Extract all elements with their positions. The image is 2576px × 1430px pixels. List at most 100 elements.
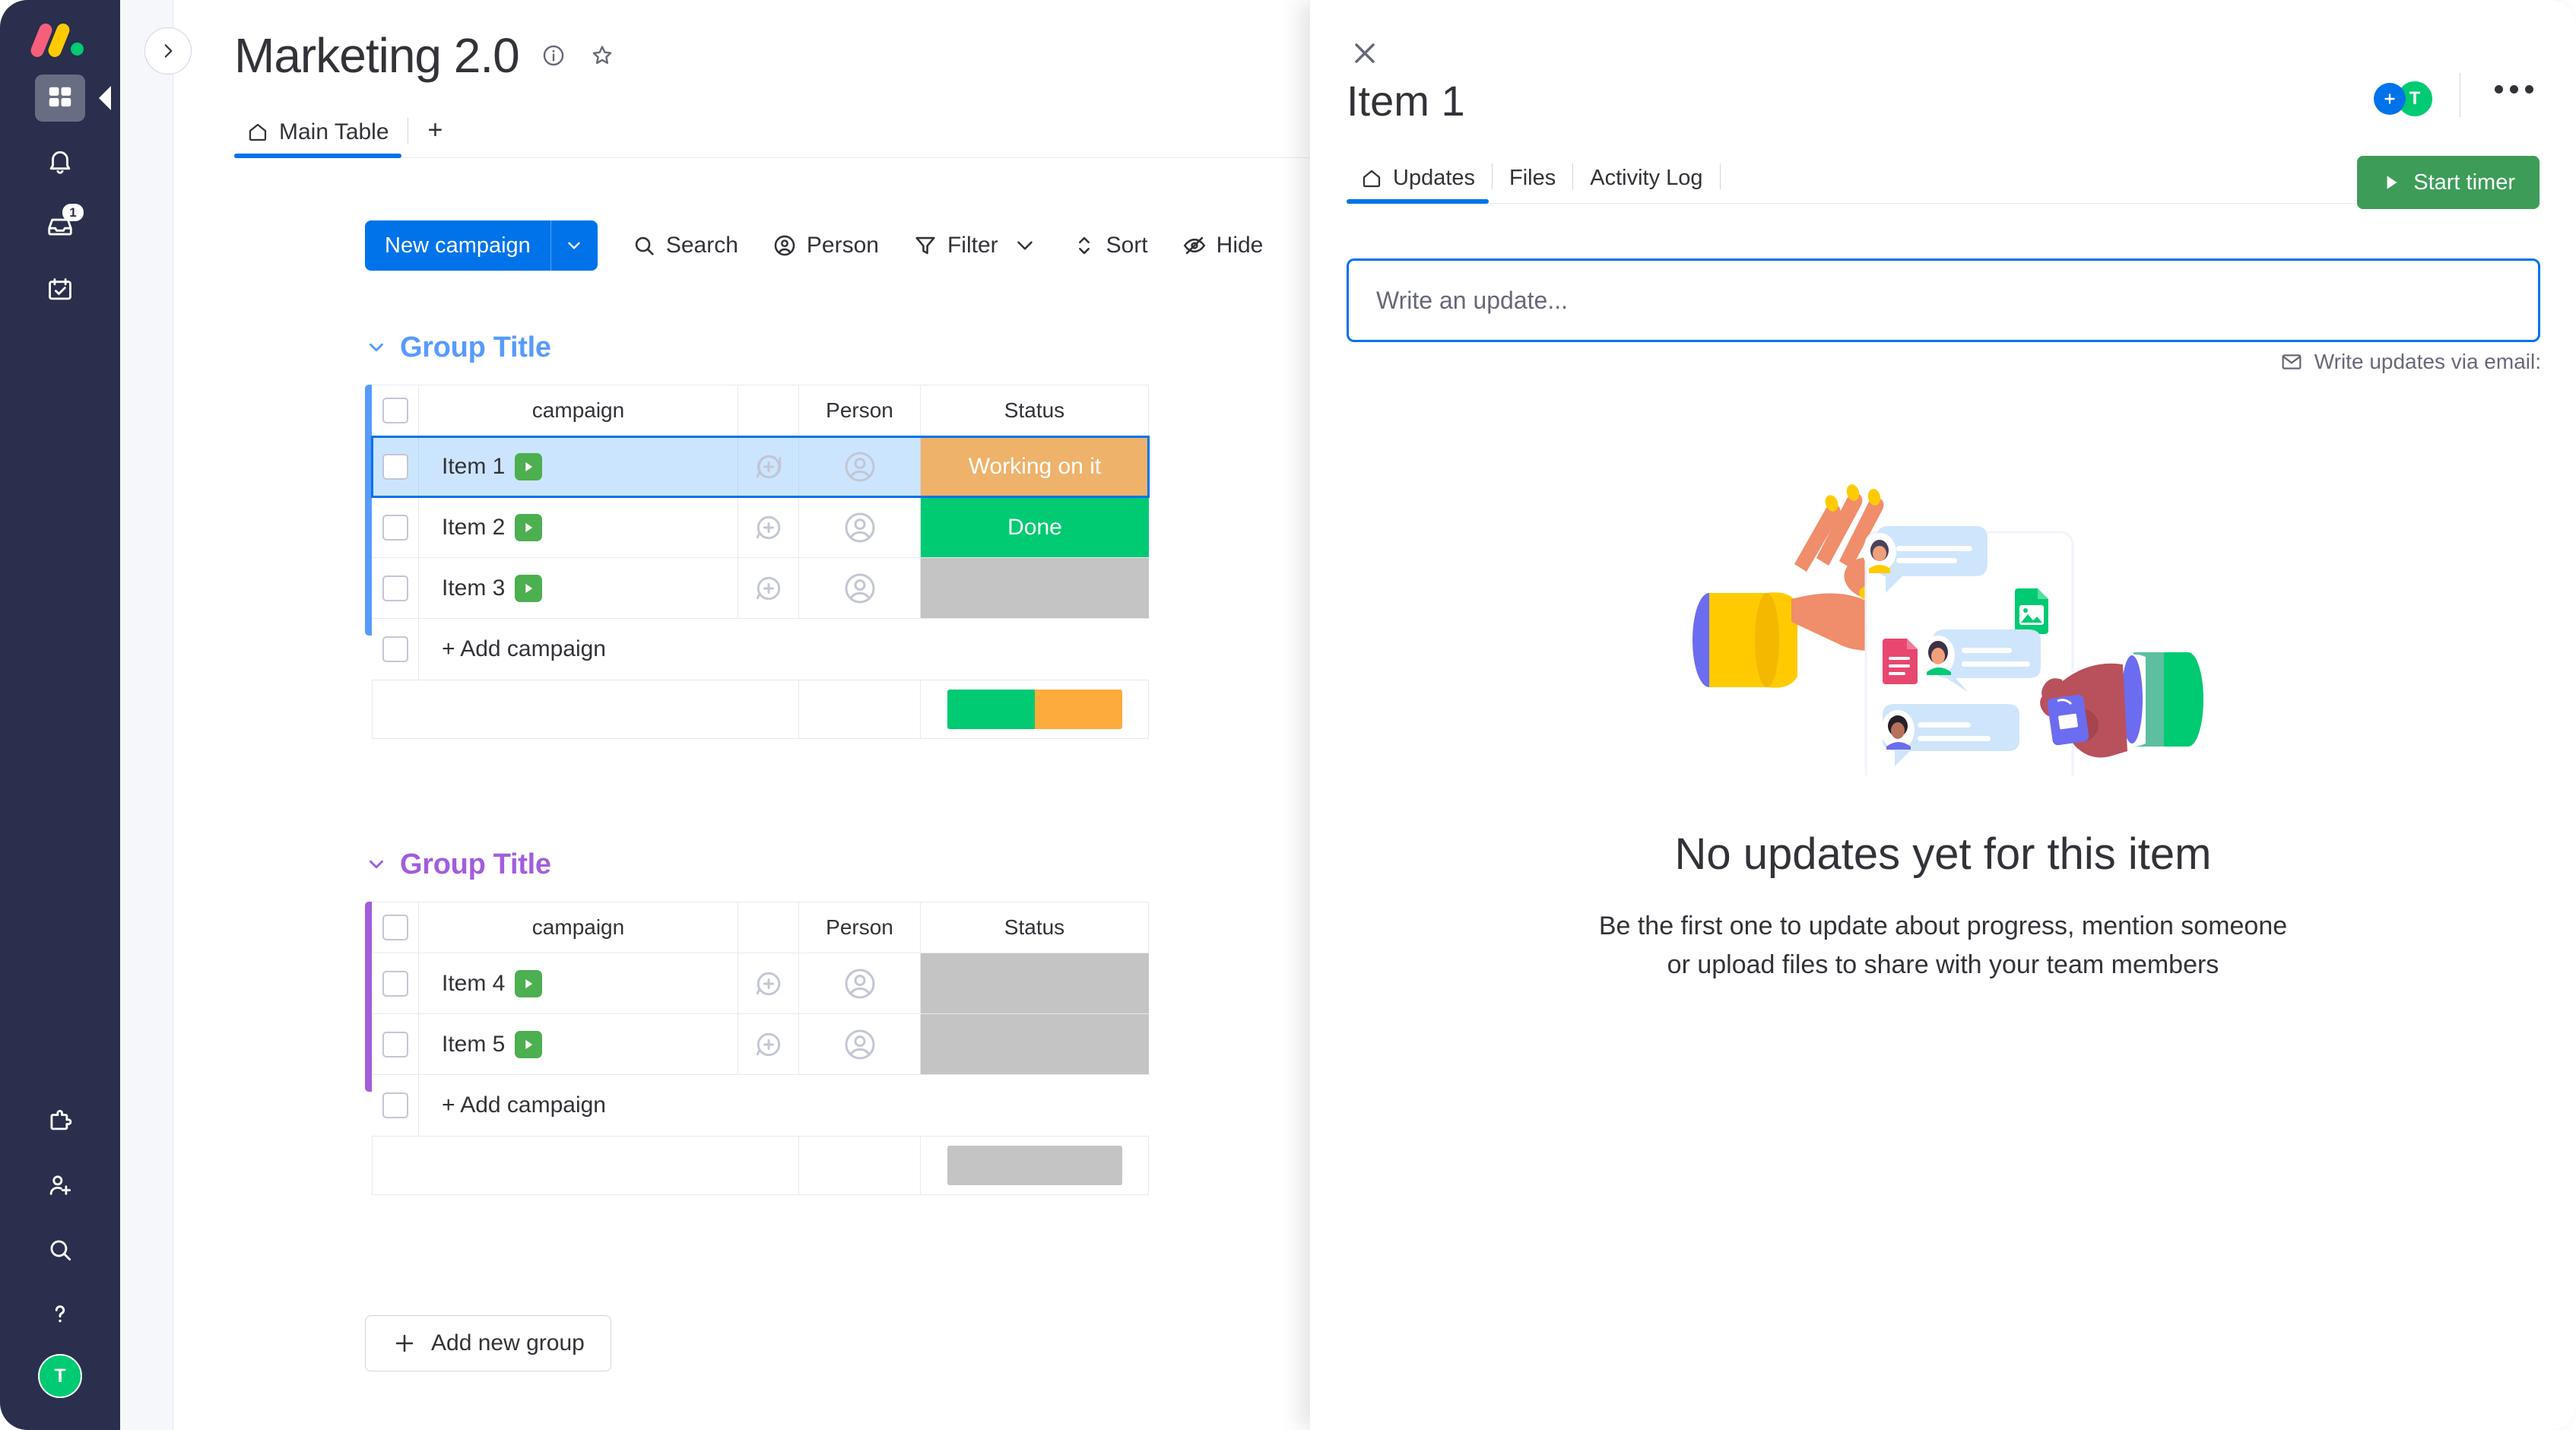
- info-icon: [543, 45, 563, 66]
- row-chat-cell[interactable]: [738, 436, 799, 497]
- group-title: Group Title: [400, 848, 551, 880]
- rail-item-my-work[interactable]: [35, 266, 85, 313]
- new-campaign-dropdown[interactable]: [550, 220, 598, 271]
- close-panel-button[interactable]: [1348, 36, 1382, 70]
- add-campaign-row[interactable]: + Add campaign: [372, 1075, 1149, 1136]
- toolbar-filter-button[interactable]: Filter: [912, 233, 1038, 258]
- row-status-cell[interactable]: [921, 953, 1149, 1014]
- add-campaign-row[interactable]: + Add campaign: [372, 619, 1149, 680]
- row-name-cell[interactable]: Item 5: [419, 1014, 738, 1075]
- row-status-cell[interactable]: Done: [921, 497, 1149, 558]
- row-person-cell[interactable]: [799, 953, 921, 1014]
- col-campaign[interactable]: campaign: [419, 902, 738, 953]
- row-checkbox[interactable]: [382, 1031, 408, 1057]
- row-play-button[interactable]: [515, 1030, 543, 1058]
- row-chat-cell[interactable]: [738, 558, 799, 619]
- add-view-button[interactable]: +: [414, 116, 457, 157]
- select-all-cell[interactable]: [372, 385, 419, 436]
- row-chat-cell[interactable]: [738, 1014, 799, 1075]
- row-play-button[interactable]: [515, 452, 543, 480]
- col-person[interactable]: Person: [799, 902, 921, 953]
- row-person-cell[interactable]: [799, 1014, 921, 1075]
- row-checkbox[interactable]: [382, 453, 408, 480]
- rail-item-apps[interactable]: [35, 1099, 85, 1146]
- row-status-cell[interactable]: [921, 558, 1149, 619]
- group-header[interactable]: Group Title: [365, 844, 1149, 885]
- select-all-checkbox[interactable]: [382, 915, 408, 940]
- write-updates-via-email-link[interactable]: Write updates via email:: [2279, 350, 2541, 374]
- table-row[interactable]: Item 5: [372, 1014, 1149, 1075]
- toolbar-sort-button[interactable]: Sort: [1071, 233, 1148, 258]
- row-name-cell[interactable]: Item 3: [419, 558, 738, 619]
- tab-updates[interactable]: Updates: [1347, 166, 1489, 204]
- tab-files[interactable]: Files: [1496, 166, 1569, 203]
- toolbar-search-button[interactable]: Search: [631, 233, 738, 258]
- row-checkbox-cell[interactable]: [372, 436, 419, 497]
- board-info-button[interactable]: [539, 41, 568, 70]
- col-status[interactable]: Status: [921, 902, 1149, 953]
- rail-item-home[interactable]: [35, 75, 85, 122]
- rail-item-inbox[interactable]: 1: [35, 202, 85, 249]
- col-status[interactable]: Status: [921, 385, 1149, 436]
- add-row-checkbox-cell[interactable]: [372, 1075, 419, 1136]
- row-name-cell[interactable]: Item 2: [419, 497, 738, 558]
- select-all-checkbox[interactable]: [382, 398, 408, 423]
- row-checkbox[interactable]: [382, 970, 408, 997]
- toolbar-person-button[interactable]: Person: [772, 233, 879, 258]
- row-checkbox[interactable]: [382, 514, 408, 541]
- row-person-cell[interactable]: [799, 497, 921, 558]
- summary-status-bar[interactable]: [921, 1136, 1149, 1195]
- col-campaign[interactable]: campaign: [419, 385, 738, 436]
- start-timer-button[interactable]: Start timer: [2357, 156, 2540, 209]
- monday-logo-icon[interactable]: [29, 21, 87, 59]
- add-new-group-button[interactable]: Add new group: [365, 1315, 611, 1371]
- row-name: Item 2: [442, 514, 506, 540]
- item-title[interactable]: Item 1: [1347, 76, 1465, 125]
- row-checkbox-cell[interactable]: [372, 497, 419, 558]
- item-more-menu-button[interactable]: [2495, 85, 2533, 94]
- table-row[interactable]: Item 2 Done: [372, 497, 1149, 558]
- close-icon: [1355, 43, 1375, 63]
- row-person-cell[interactable]: [799, 436, 921, 497]
- collapse-sidebar-button[interactable]: [144, 27, 192, 75]
- add-campaign-label[interactable]: + Add campaign: [419, 619, 1149, 680]
- summary-status-bar[interactable]: [921, 680, 1149, 739]
- row-status-cell[interactable]: Working on it: [921, 436, 1149, 497]
- col-person[interactable]: Person: [799, 385, 921, 436]
- add-row-checkbox[interactable]: [382, 1092, 408, 1118]
- add-campaign-label[interactable]: + Add campaign: [419, 1075, 1149, 1136]
- table-row[interactable]: Item 1 Working on it: [371, 436, 1150, 498]
- row-chat-cell[interactable]: [738, 953, 799, 1014]
- add-subscriber-button[interactable]: [2374, 83, 2406, 115]
- rail-item-search[interactable]: [35, 1226, 85, 1273]
- row-play-button[interactable]: [515, 574, 543, 602]
- row-person-cell[interactable]: [799, 558, 921, 619]
- add-row-checkbox[interactable]: [382, 636, 408, 662]
- row-name-cell[interactable]: Item 1: [419, 436, 738, 497]
- row-status-cell[interactable]: [921, 1014, 1149, 1075]
- group-header[interactable]: Group Title: [365, 327, 1149, 368]
- row-play-button[interactable]: [515, 513, 543, 541]
- row-play-button[interactable]: [515, 969, 543, 997]
- rail-item-help[interactable]: [35, 1290, 85, 1337]
- toolbar-hide-button[interactable]: Hide: [1182, 233, 1264, 258]
- select-all-cell[interactable]: [372, 902, 419, 953]
- row-chat-cell[interactable]: [738, 497, 799, 558]
- rail-item-notifications[interactable]: [35, 138, 85, 185]
- row-checkbox-cell[interactable]: [372, 558, 419, 619]
- add-row-checkbox-cell[interactable]: [372, 619, 419, 680]
- row-name-cell[interactable]: Item 4: [419, 953, 738, 1014]
- row-checkbox-cell[interactable]: [372, 1014, 419, 1075]
- toolbar-label: Hide: [1216, 233, 1264, 258]
- row-checkbox[interactable]: [382, 575, 408, 601]
- rail-user-avatar[interactable]: T: [38, 1354, 82, 1398]
- table-row[interactable]: Item 4: [372, 953, 1149, 1014]
- board-favorite-button[interactable]: [588, 41, 617, 70]
- rail-item-invite-members[interactable]: [35, 1162, 85, 1210]
- tab-activity-log[interactable]: Activity Log: [1576, 166, 1716, 203]
- write-update-input[interactable]: Write an update...: [1347, 258, 2540, 342]
- row-checkbox-cell[interactable]: [372, 953, 419, 1014]
- table-row[interactable]: Item 3: [372, 558, 1149, 619]
- tab-main-table[interactable]: Main Table: [234, 119, 401, 158]
- new-campaign-button[interactable]: New campaign: [365, 220, 598, 271]
